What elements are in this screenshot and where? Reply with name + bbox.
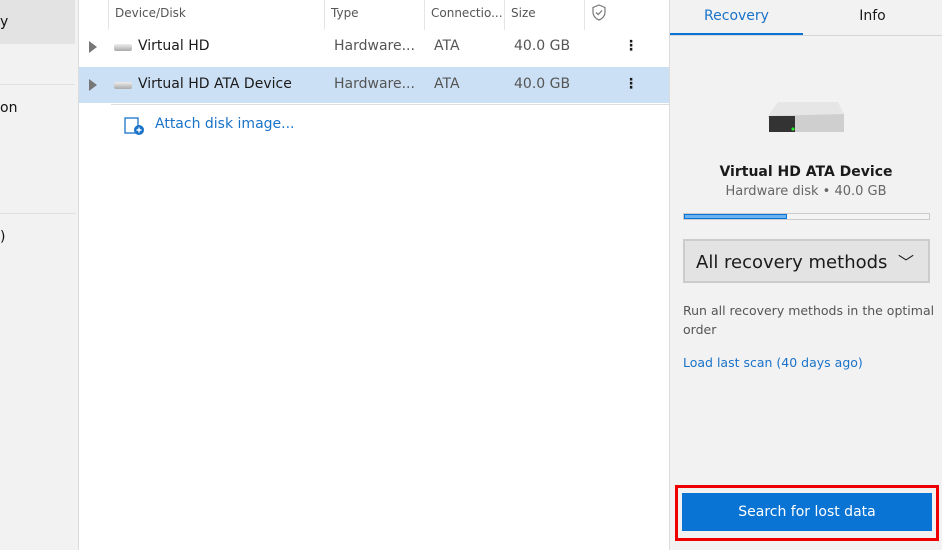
device-size: 40.0 GB [514, 38, 571, 54]
table-row[interactable]: Virtual HD Hardware... ATA 40.0 GB ⋮ [79, 29, 669, 65]
device-connection: ATA [434, 76, 460, 92]
tab-info[interactable]: Info [806, 0, 939, 36]
sidebar-item-selected[interactable]: y [0, 0, 75, 44]
method-description: Run all recovery methods in the optimal … [683, 303, 935, 337]
shield-check-icon[interactable] [591, 4, 607, 21]
device-title: Virtual HD ATA Device [719, 164, 893, 180]
more-options-icon[interactable]: ⋮ [624, 76, 638, 92]
more-options-icon[interactable]: ⋮ [624, 38, 638, 54]
sidebar-item[interactable]: ) [0, 229, 75, 245]
column-separator [584, 0, 585, 30]
attach-disk-icon[interactable] [124, 117, 145, 136]
device-name: Virtual HD ATA Device [138, 76, 292, 92]
column-separator [108, 0, 109, 30]
dropdown-value: All recovery methods [696, 252, 888, 273]
divider [0, 84, 75, 85]
sort-indicator-icon: ^ [211, 0, 219, 3]
recovery-method-dropdown[interactable]: All recovery methods ﹀ [683, 239, 930, 283]
sidebar: y on ) [0, 0, 79, 550]
expand-icon[interactable] [89, 41, 97, 53]
device-connection: ATA [434, 38, 460, 54]
attach-disk-image-link[interactable]: Attach disk image... [155, 116, 295, 132]
divider [0, 213, 75, 214]
disk-usage-fill [684, 214, 787, 219]
divider [111, 104, 669, 105]
tab-divider [670, 35, 942, 36]
recovery-panel: Recovery Info Virtual HD ATA Device Hard… [669, 0, 942, 550]
disk-usage-bar [683, 213, 930, 220]
sidebar-item[interactable]: on [0, 100, 75, 116]
disk-icon [114, 44, 132, 51]
load-last-scan-link[interactable]: Load last scan (40 days ago) [683, 355, 863, 370]
column-size[interactable]: Size [511, 6, 536, 20]
hard-disk-icon [768, 102, 844, 132]
column-separator [324, 0, 325, 30]
device-size: 40.0 GB [514, 76, 571, 92]
expand-icon[interactable] [89, 79, 97, 91]
disk-list: Device/Disk ^ Type Connectio... Size Vir… [79, 0, 669, 550]
tab-recovery[interactable]: Recovery [670, 0, 803, 36]
column-device[interactable]: Device/Disk [115, 6, 186, 20]
column-type[interactable]: Type [331, 6, 359, 20]
highlight-frame: Search for lost data [675, 485, 939, 541]
device-name: Virtual HD [138, 38, 210, 54]
chevron-down-icon: ﹀ [897, 253, 914, 272]
device-type: Hardware... [334, 38, 415, 54]
table-row[interactable]: Virtual HD ATA Device Hardware... ATA 40… [79, 67, 669, 103]
column-connection[interactable]: Connectio... [431, 6, 503, 20]
column-separator [424, 0, 425, 30]
search-for-lost-data-button[interactable]: Search for lost data [682, 493, 932, 531]
table-header: Device/Disk ^ Type Connectio... Size [79, 0, 669, 30]
disk-icon [114, 82, 132, 89]
column-separator [504, 0, 505, 30]
device-subtitle: Hardware disk • 40.0 GB [725, 184, 887, 199]
device-type: Hardware... [334, 76, 415, 92]
